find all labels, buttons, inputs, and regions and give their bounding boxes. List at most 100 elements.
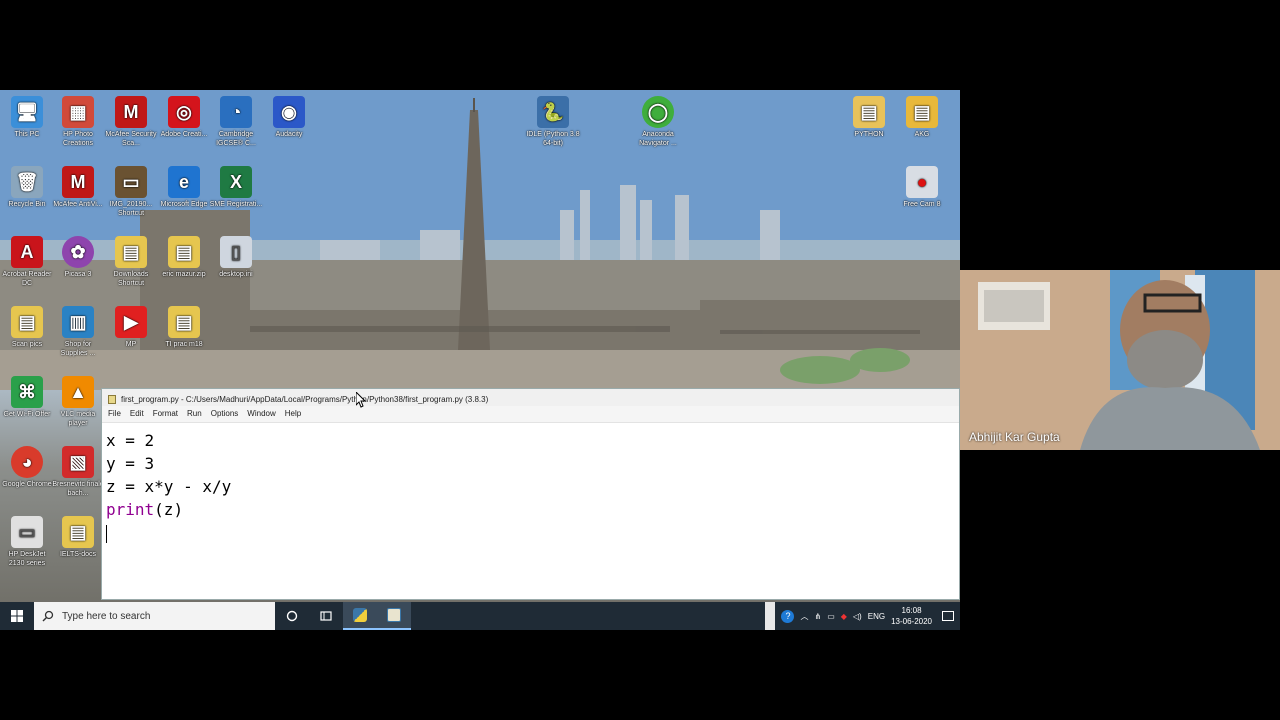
desktop-icon-sme-registration[interactable]: X SME Registrati...: [209, 166, 263, 209]
desktop-icon-picasa[interactable]: ✿ Picasa 3: [51, 236, 105, 279]
desktop-icon-akg[interactable]: ▤ AKG: [895, 96, 949, 139]
desktop-icon-downloads-shortcut[interactable]: ▤ Downloads Shortcut: [104, 236, 158, 288]
python-icon: [353, 608, 367, 622]
desktop-icon-label: Bresnevitc finale bach...: [52, 481, 104, 497]
picasa-icon: ✿: [62, 236, 94, 268]
vlc-cone-icon: ▲: [62, 376, 94, 408]
network-icon[interactable]: ⋔: [814, 612, 821, 621]
idle-editor-window[interactable]: first_program.py - C:/Users/Madhuri/AppD…: [101, 388, 960, 600]
desktop-icon-acrobat-reader[interactable]: A Acrobat Reader DC: [0, 236, 54, 288]
desktop-icon-hp-deskjet[interactable]: ▭ HP DeskJet 2130 series: [0, 516, 54, 568]
speaker-icon[interactable]: ◁): [853, 612, 862, 621]
chevron-up-icon[interactable]: ︿: [800, 611, 808, 622]
taskbar: Type here to search ? ︿ ⋔ ▭ ◆ ◁) ENG 16:…: [0, 602, 960, 630]
wifi-offer-icon: ⌘: [11, 376, 43, 408]
desktop-icon-label: Shop for Supplies ...: [60, 341, 96, 357]
desktop-icon-label: Acrobat Reader DC: [2, 271, 52, 287]
desktop-icon-python-folder[interactable]: ▤ PYTHON: [842, 96, 896, 139]
desktop-icon-ielts-docs[interactable]: ▤ IELTS-docs: [51, 516, 105, 559]
desktop-icon-mcafee-antivirus[interactable]: M McAfee AntiVi...: [51, 166, 105, 209]
desktop-icon-mcafee-security-scan[interactable]: M McAfee Security Sca...: [104, 96, 158, 148]
desktop-icon-idle-python[interactable]: 🐍 IDLE (Python 3.8 64-bit): [526, 96, 580, 148]
desktop-icon-label: Google Chrome: [2, 481, 52, 488]
code-line: [106, 521, 955, 544]
video-play-icon: ▶: [115, 306, 147, 338]
taskbar-app-idle-editor[interactable]: [377, 602, 411, 630]
code-line: print(z): [106, 498, 955, 521]
task-view-icon: [320, 611, 332, 621]
language-indicator[interactable]: ENG: [868, 612, 885, 621]
webcam-video-tile[interactable]: Abhijit Kar Gupta: [960, 270, 1280, 450]
anaconda-icon: ◯: [642, 96, 674, 128]
desktop-icon-hp-photo-creations[interactable]: ▦ HP Photo Creations: [51, 96, 105, 148]
desktop-icon-free-cam[interactable]: ● Free Cam 8: [895, 166, 949, 209]
windows-logo-icon: [11, 610, 23, 622]
window-title-bar[interactable]: first_program.py - C:/Users/Madhuri/AppD…: [102, 389, 959, 406]
desktop-icon-label: TI prac m18: [165, 341, 203, 348]
code-line: y = 3: [106, 454, 155, 473]
notification-icon[interactable]: [942, 611, 954, 621]
desktop-icon-img-shortcut[interactable]: ▭ IMG_20190... Shortcut: [104, 166, 158, 218]
desktop-icon-vlc[interactable]: ▲ VLC media player: [51, 376, 105, 428]
desktop-icon-audacity[interactable]: ◉ Audacity: [262, 96, 316, 139]
desktop-icon-recycle-bin[interactable]: 🗑 Recycle Bin: [0, 166, 54, 209]
cortana-button[interactable]: [275, 602, 309, 630]
menu-edit[interactable]: Edit: [130, 409, 144, 422]
desktop-icon-this-pc[interactable]: 🖥 This PC: [0, 96, 54, 139]
antivirus-icon[interactable]: ◆: [841, 612, 847, 621]
desktop-icon-shop-for-supplies[interactable]: ▥ Shop for Supplies ...: [51, 306, 105, 358]
desktop-icon-ti-prac[interactable]: ▤ TI prac m18: [157, 306, 211, 349]
menu-format[interactable]: Format: [153, 409, 178, 422]
window-title: first_program.py - C:/Users/Madhuri/AppD…: [121, 395, 489, 404]
task-view-button[interactable]: [309, 602, 343, 630]
clock-date: 13-06-2020: [891, 617, 932, 626]
clock-time: 16:08: [901, 606, 922, 615]
desktop-icon-label: This PC: [14, 131, 40, 138]
desktop-icon-pdf-file[interactable]: ▧ Bresnevitc finale bach...: [51, 446, 105, 498]
desktop-icon-anaconda-navigator[interactable]: ◯ Anaconda Navigator ...: [631, 96, 685, 148]
keyboard-icon[interactable]: ▭: [827, 612, 835, 621]
desktop-icon-label: eric mazur.zip: [162, 271, 206, 278]
search-icon: [42, 610, 54, 622]
code-editor[interactable]: x = 2 y = 3 z = x*y - x/y print(z): [102, 423, 959, 550]
menu-window[interactable]: Window: [247, 409, 275, 422]
start-button[interactable]: [0, 602, 34, 630]
excel-file-icon: X: [220, 166, 252, 198]
taskbar-app-idle-shell[interactable]: [343, 602, 377, 630]
desktop-icon-label: Downloads Shortcut: [113, 271, 149, 287]
menu-help[interactable]: Help: [285, 409, 301, 422]
printer-icon: ▭: [11, 516, 43, 548]
python-file-icon: [387, 608, 401, 622]
desktop-icon-mp[interactable]: ▶ MP: [104, 306, 158, 349]
shield-icon: M: [115, 96, 147, 128]
help-icon[interactable]: ?: [781, 609, 795, 623]
desktop-icon-microsoft-edge[interactable]: e Microsoft Edge: [157, 166, 211, 209]
desktop-icon-eric-mazur-zip[interactable]: ▤ eric mazur.zip: [157, 236, 211, 279]
desktop-icon-label: MP: [125, 341, 137, 348]
shared-screen: 🖥 This PC ▦ HP Photo Creations M McAfee …: [0, 90, 960, 630]
file-icon: ▯: [220, 236, 252, 268]
shield-icon: M: [62, 166, 94, 198]
participant-name: Abhijit Kar Gupta: [969, 430, 1060, 444]
desktop-icon-label: IELTS-docs: [59, 551, 97, 558]
desktop-icon-label: IMG_20190... Shortcut: [109, 201, 153, 217]
desktop-icon-label: Adobe Creati...: [160, 131, 208, 138]
desktop-icon-desktop-ini[interactable]: ▯ desktop.ini: [209, 236, 263, 279]
menu-options[interactable]: Options: [211, 409, 239, 422]
taskbar-clock[interactable]: 16:08 13-06-2020: [891, 605, 932, 627]
menu-file[interactable]: File: [108, 409, 121, 422]
desktop-icon-label: Free Cam 8: [903, 201, 941, 208]
desktop-icon-label: AKG: [914, 131, 930, 138]
desktop-icon-google-chrome[interactable]: ◕ Google Chrome: [0, 446, 54, 489]
desktop-icon-adobe-creative[interactable]: ◎ Adobe Creati...: [157, 96, 211, 139]
video-call-stage: 🖥 This PC ▦ HP Photo Creations M McAfee …: [0, 0, 1280, 720]
menu-run[interactable]: Run: [187, 409, 202, 422]
desktop-icon-get-wifi-offer[interactable]: ⌘ Get Wi-Fi Offer: [0, 376, 54, 419]
desktop-icon-cambridge-igcse[interactable]: ◔ Cambridge IGCSE® C...: [209, 96, 263, 148]
desktop-icon-label: Audacity: [275, 131, 303, 138]
scroll-indicator-icon[interactable]: [765, 602, 776, 630]
desktop-icon-scan-pics[interactable]: ▤ Scan pics: [0, 306, 54, 349]
code-line: z = x*y - x/y: [106, 477, 232, 496]
taskbar-search-box[interactable]: Type here to search: [34, 602, 275, 630]
pdf-icon: A: [11, 236, 43, 268]
